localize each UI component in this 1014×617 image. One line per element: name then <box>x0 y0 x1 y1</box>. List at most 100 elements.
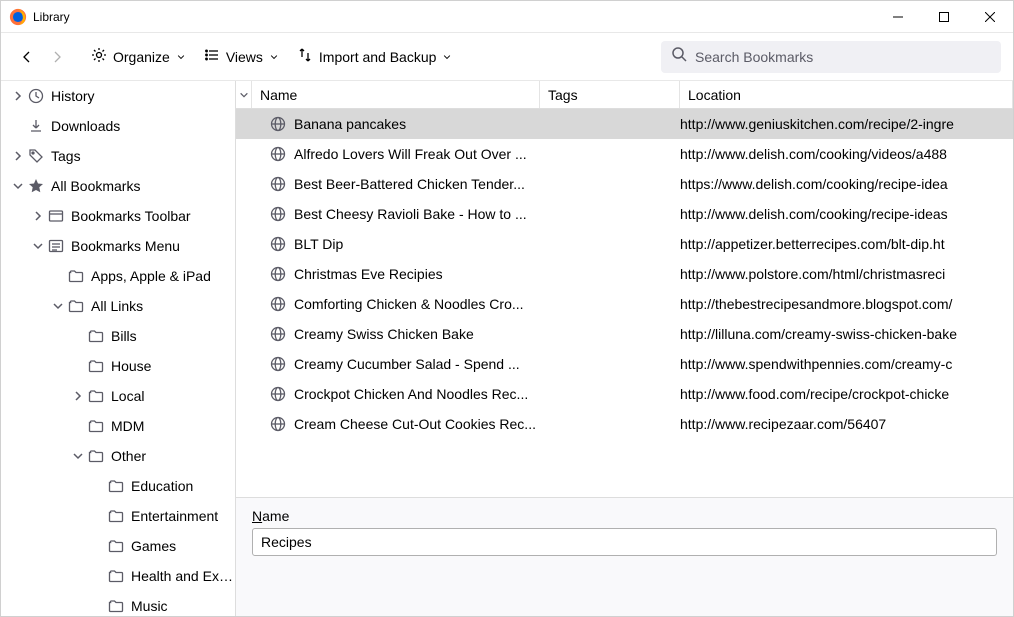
table-row[interactable]: BLT Dip http://appetizer.betterrecipes.co… <box>236 229 1013 259</box>
chevron-none-icon <box>51 269 65 283</box>
chevron-none-icon <box>91 509 105 523</box>
chevron-right-icon <box>11 149 25 163</box>
tree-label: Bills <box>111 328 137 344</box>
back-button[interactable] <box>13 42 41 72</box>
row-location: http://lilluna.com/creamy-swiss-chicken-… <box>680 326 1013 342</box>
row-name: Crockpot Chicken And Noodles Rec... <box>270 386 540 402</box>
folder-icon <box>67 297 85 315</box>
tree-item[interactable]: Education <box>1 471 235 501</box>
row-location: http://www.delish.com/cooking/videos/a48… <box>680 146 1013 162</box>
row-name: BLT Dip <box>270 236 540 252</box>
detail-name-label: Name <box>252 508 289 524</box>
list-icon <box>204 47 220 66</box>
download-icon <box>27 117 45 135</box>
tree-item[interactable]: Apps, Apple & iPad <box>1 261 235 291</box>
close-button[interactable] <box>967 1 1013 32</box>
tree-item[interactable]: Entertainment <box>1 501 235 531</box>
folder-icon <box>87 417 105 435</box>
tree-label: History <box>51 88 95 104</box>
folder-icon <box>87 357 105 375</box>
tree-item[interactable]: Music <box>1 591 235 616</box>
tree-item[interactable]: Tags <box>1 141 235 171</box>
chevron-down-icon <box>51 299 65 313</box>
chevron-right-icon <box>11 89 25 103</box>
tree-label: MDM <box>111 418 144 434</box>
search-box[interactable] <box>661 41 1001 73</box>
table-row[interactable]: Creamy Cucumber Salad - Spend ...http://… <box>236 349 1013 379</box>
table-row[interactable]: Best Cheesy Ravioli Bake - How to ...htt… <box>236 199 1013 229</box>
table-row[interactable]: Christmas Eve Recipieshttp://www.polstor… <box>236 259 1013 289</box>
table-row[interactable]: Cream Cheese Cut-Out Cookies Rec...http:… <box>236 409 1013 439</box>
tree-label: Bookmarks Toolbar <box>71 208 191 224</box>
tree-label: Apps, Apple & iPad <box>91 268 211 284</box>
clock-icon <box>27 87 45 105</box>
table-row[interactable]: Comforting Chicken & Noodles Cro... http:… <box>236 289 1013 319</box>
organize-menu[interactable]: Organize <box>83 42 194 72</box>
row-name: Alfredo Lovers Will Freak Out Over ... <box>270 146 540 162</box>
gear-icon <box>91 47 107 66</box>
tree-item[interactable]: Bills <box>1 321 235 351</box>
window-controls <box>875 1 1013 32</box>
table-row[interactable]: Creamy Swiss Chicken Bake http://lilluna.… <box>236 319 1013 349</box>
column-picker[interactable] <box>236 81 252 108</box>
table-row[interactable]: Best Beer-Battered Chicken Tender... http… <box>236 169 1013 199</box>
maximize-button[interactable] <box>921 1 967 32</box>
tree-item[interactable]: House <box>1 351 235 381</box>
column-name[interactable]: Name <box>252 81 540 108</box>
row-name: Creamy Cucumber Salad - Spend ... <box>270 356 540 372</box>
row-name: Best Beer-Battered Chicken Tender... <box>270 176 540 192</box>
tree-item[interactable]: All Links <box>1 291 235 321</box>
forward-button[interactable] <box>43 42 71 72</box>
import-backup-menu[interactable]: Import and Backup <box>289 42 461 72</box>
folder-icon <box>107 567 125 585</box>
table-row[interactable]: Alfredo Lovers Will Freak Out Over ... ht… <box>236 139 1013 169</box>
row-name: Comforting Chicken & Noodles Cro... <box>270 296 540 312</box>
chevron-none-icon <box>91 479 105 493</box>
tree-label: Bookmarks Menu <box>71 238 180 254</box>
detail-name-input[interactable] <box>252 528 997 556</box>
minimize-button[interactable] <box>875 1 921 32</box>
folder-icon <box>87 447 105 465</box>
bookmark-table[interactable]: Name Tags Location Banana pancakeshttp:/… <box>236 81 1013 497</box>
row-location: http://www.recipezaar.com/56407 <box>680 416 1013 432</box>
column-tags[interactable]: Tags <box>540 81 680 108</box>
tree-item[interactable]: Bookmarks Toolbar <box>1 201 235 231</box>
folder-icon <box>107 537 125 555</box>
tree-item[interactable]: Games <box>1 531 235 561</box>
table-row[interactable]: Crockpot Chicken And Noodles Rec...http:… <box>236 379 1013 409</box>
chevron-none-icon <box>71 329 85 343</box>
tree-item[interactable]: History <box>1 81 235 111</box>
tree-item[interactable]: Local <box>1 381 235 411</box>
search-input[interactable] <box>695 49 991 65</box>
chevron-right-icon <box>31 209 45 223</box>
folder-icon <box>107 477 125 495</box>
row-name: Christmas Eve Recipies <box>270 266 540 282</box>
tree-item[interactable]: Health and Exercise <box>1 561 235 591</box>
row-name: Best Cheesy Ravioli Bake - How to ... <box>270 206 540 222</box>
chevron-right-icon <box>71 389 85 403</box>
tree-item[interactable]: Other <box>1 441 235 471</box>
tree-item[interactable]: Bookmarks Menu <box>1 231 235 261</box>
tree-label: Health and Exercise <box>131 568 235 584</box>
views-menu[interactable]: Views <box>196 42 287 72</box>
firefox-icon <box>9 8 33 26</box>
tree-label: All Links <box>91 298 143 314</box>
sidebar-tree[interactable]: History DownloadsTagsAll Bookmarks Bookmar… <box>1 81 236 616</box>
tree-item[interactable]: MDM <box>1 411 235 441</box>
row-location: https://www.delish.com/cooking/recipe-id… <box>680 176 1013 192</box>
chevron-none-icon <box>91 599 105 613</box>
table-row[interactable]: Banana pancakeshttp://www.geniuskitchen.… <box>236 109 1013 139</box>
content-panel: Name Tags Location Banana pancakeshttp:/… <box>236 81 1013 616</box>
chevron-none-icon <box>91 539 105 553</box>
chevron-down-icon <box>442 49 452 65</box>
row-name: Creamy Swiss Chicken Bake <box>270 326 540 342</box>
import-export-icon <box>297 47 313 66</box>
column-location[interactable]: Location <box>680 81 1013 108</box>
row-location: http://thebestrecipesandmore.blogspot.co… <box>680 296 1013 312</box>
row-location: http://appetizer.betterrecipes.com/blt-d… <box>680 236 1013 252</box>
chevron-down-icon <box>176 49 186 65</box>
tree-item[interactable]: Downloads <box>1 111 235 141</box>
chevron-down-icon <box>269 49 279 65</box>
folder-icon <box>87 387 105 405</box>
tree-item[interactable]: All Bookmarks <box>1 171 235 201</box>
